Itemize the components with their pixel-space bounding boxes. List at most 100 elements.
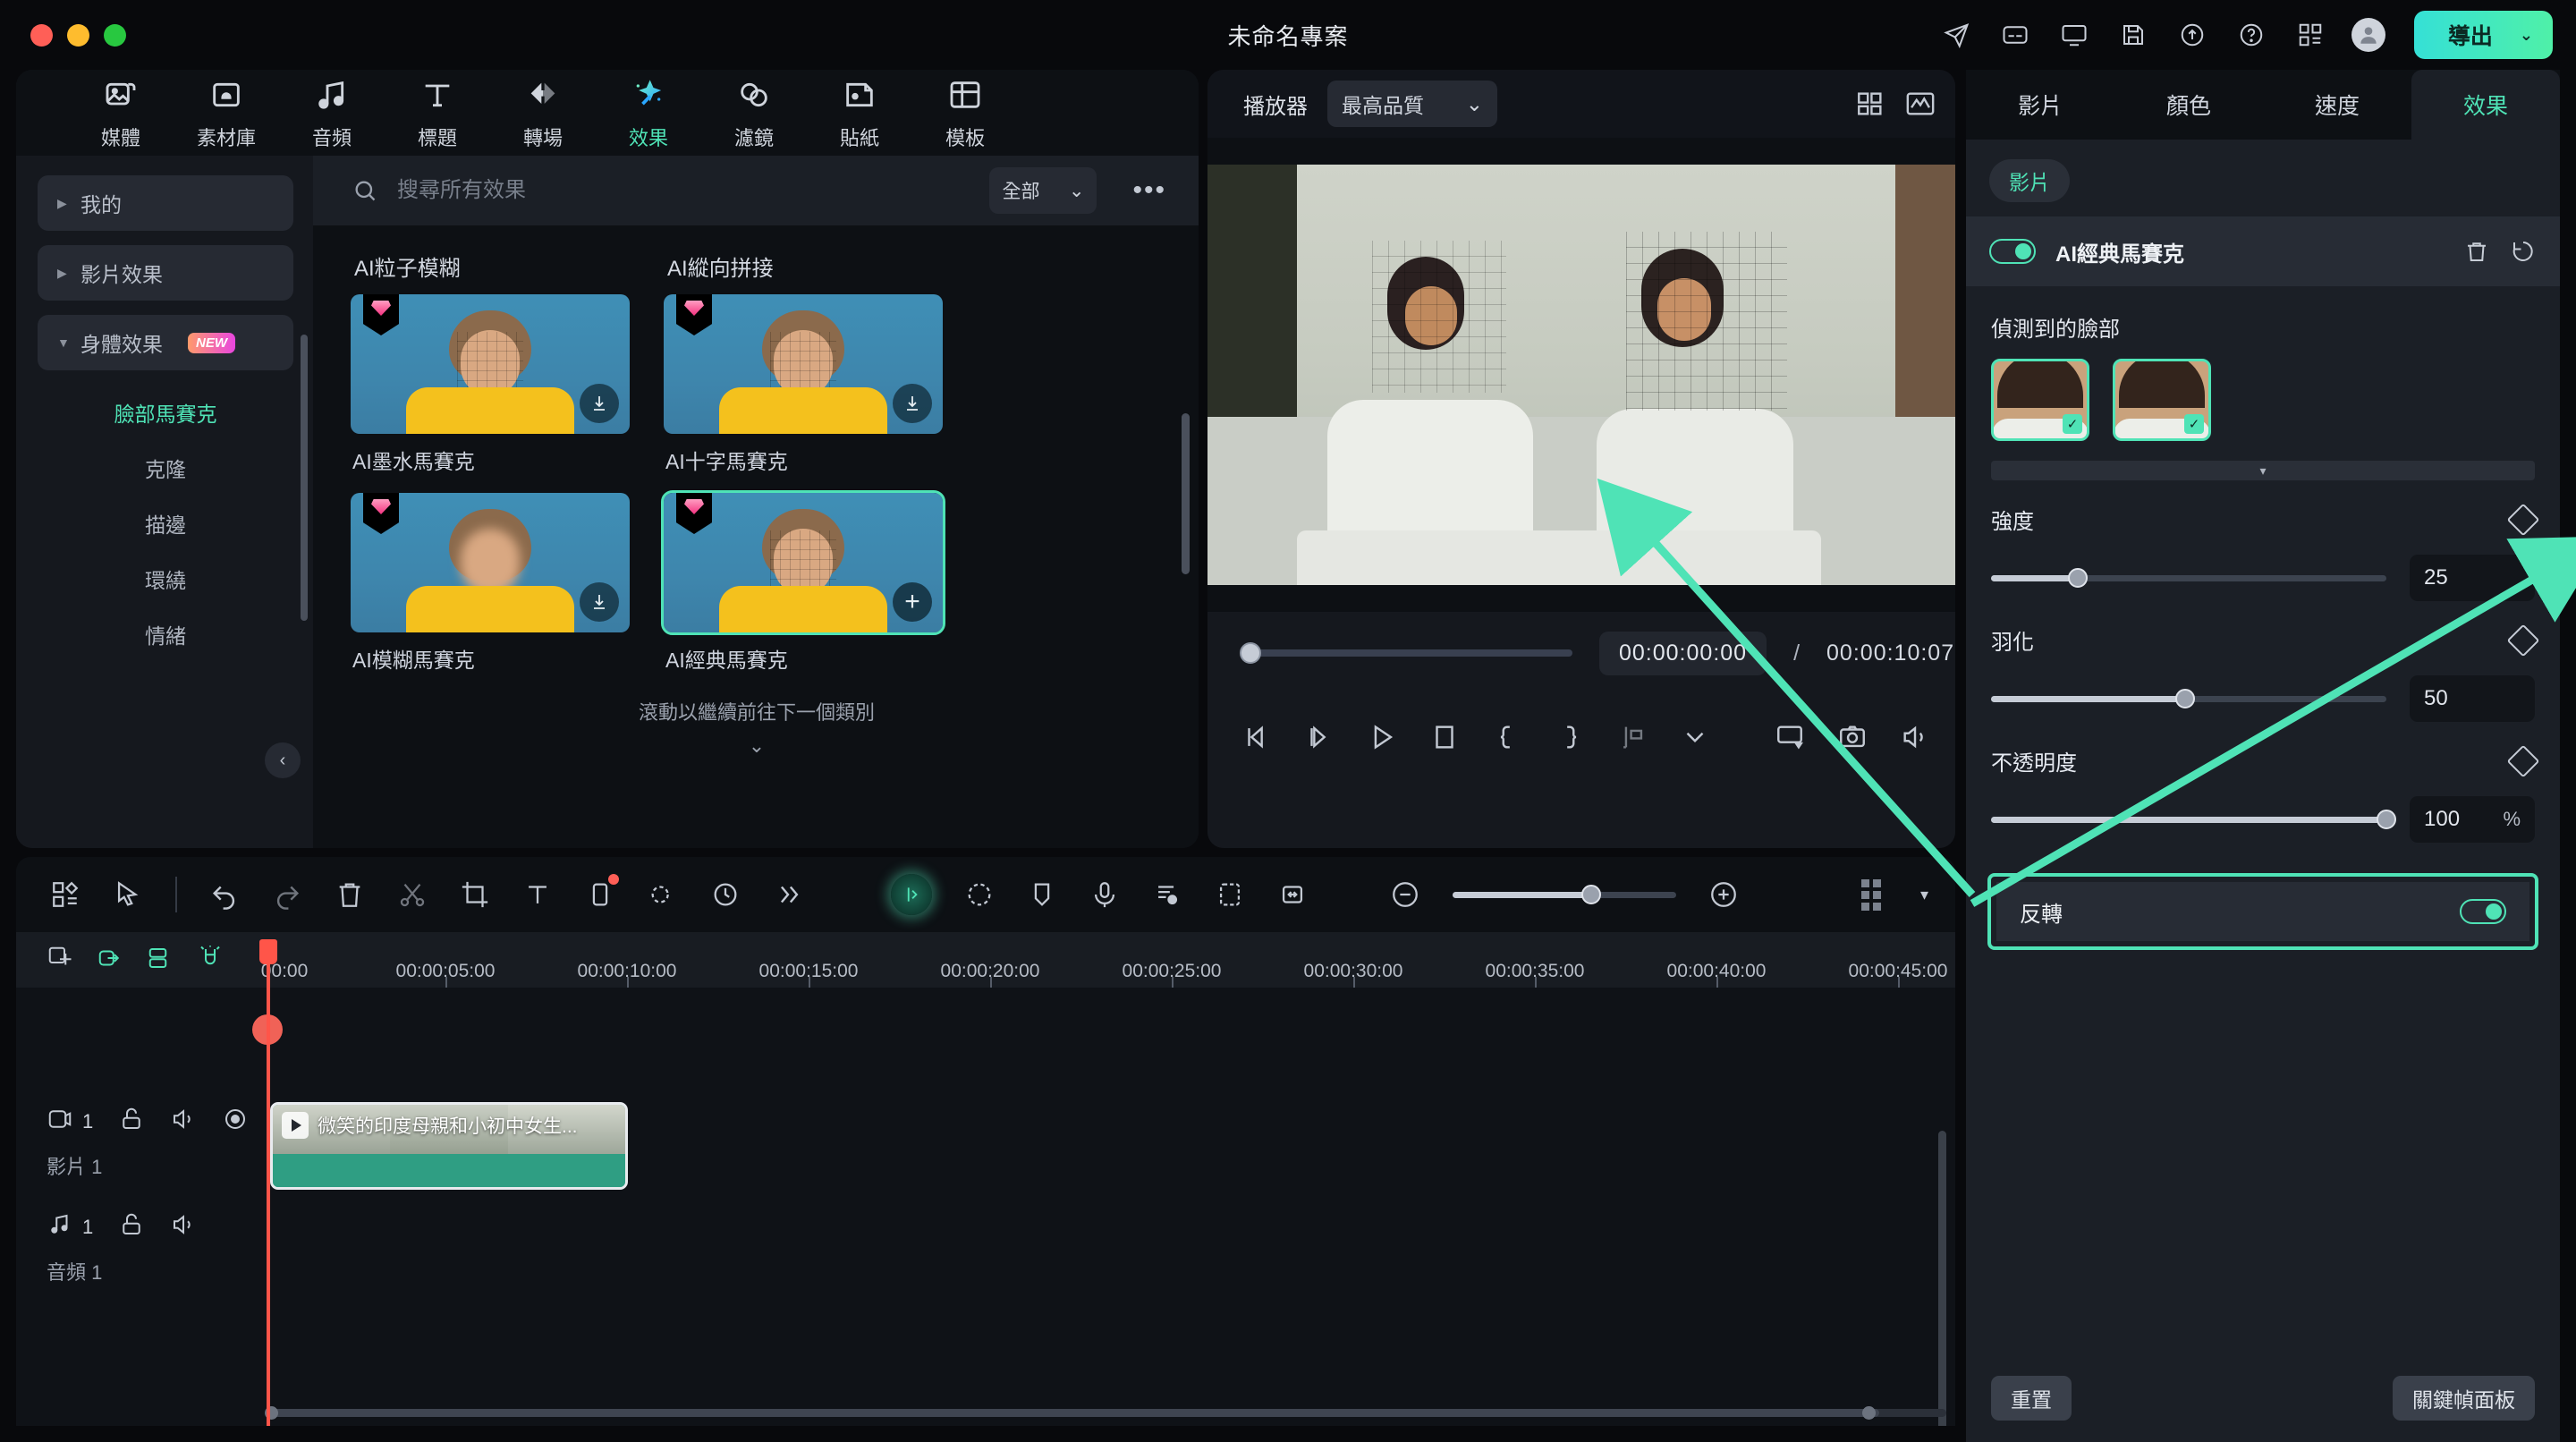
tab-transition[interactable]: 轉場 xyxy=(490,74,596,151)
category-body-effects[interactable]: ▼ 身體效果 NEW xyxy=(38,315,293,370)
feather-slider[interactable] xyxy=(1991,689,2386,708)
play-icon[interactable] xyxy=(1367,722,1397,752)
faces-expander[interactable]: ▾ xyxy=(1991,461,2535,480)
tab-speed[interactable]: 速度 xyxy=(2263,70,2411,140)
mask-icon[interactable] xyxy=(585,874,619,910)
voiceover-icon[interactable] xyxy=(1089,879,1120,910)
face-thumbnail[interactable]: ✓ xyxy=(1991,359,2089,441)
snapshot-marker-icon[interactable] xyxy=(1617,722,1648,752)
next-frame-icon[interactable] xyxy=(1304,722,1335,752)
subcategory-clone[interactable]: 克隆 xyxy=(38,440,293,496)
more-icon[interactable] xyxy=(773,879,803,910)
subtitle-icon[interactable] xyxy=(1997,17,2033,53)
layout-grid-icon[interactable] xyxy=(1855,89,1885,119)
download-icon[interactable] xyxy=(580,582,619,622)
text-icon[interactable] xyxy=(522,879,553,910)
crop-icon[interactable] xyxy=(460,879,490,910)
apps-grid-icon[interactable] xyxy=(2292,17,2328,53)
mark-in-icon[interactable] xyxy=(1492,722,1522,752)
undo-icon[interactable] xyxy=(209,879,240,910)
add-track-icon[interactable] xyxy=(47,945,73,976)
subcategory-outline[interactable]: 描邊 xyxy=(38,496,293,551)
share-icon[interactable] xyxy=(1938,17,1974,53)
volume-icon[interactable] xyxy=(1900,722,1930,752)
diamond-icon[interactable] xyxy=(2506,503,2540,536)
chevron-down-icon[interactable] xyxy=(1680,722,1710,752)
grid-chevron-icon[interactable]: ▾ xyxy=(1920,886,1928,904)
tab-sticker[interactable]: 貼紙 xyxy=(807,74,912,151)
help-icon[interactable] xyxy=(2233,17,2269,53)
timeline-vertical-scrollbar[interactable] xyxy=(1938,1131,1946,1426)
reset-icon[interactable] xyxy=(2510,238,2537,265)
tab-color[interactable]: 顏色 xyxy=(2114,70,2263,140)
speaker-icon[interactable] xyxy=(170,1211,197,1243)
speed-icon[interactable] xyxy=(710,879,741,910)
stop-icon[interactable] xyxy=(1429,722,1460,752)
effect-card[interactable]: AI十字馬賽克 xyxy=(664,294,943,493)
effect-thumbnail[interactable]: + xyxy=(661,490,945,635)
invert-toggle[interactable] xyxy=(2460,899,2506,924)
group-icon[interactable] xyxy=(147,945,174,976)
speaker-icon[interactable] xyxy=(170,1106,197,1137)
marker-icon[interactable] xyxy=(1027,879,1057,910)
playhead[interactable] xyxy=(259,939,277,1426)
motion-tracking-icon[interactable] xyxy=(964,879,995,910)
face-thumbnail[interactable]: ✓ xyxy=(2113,359,2211,441)
screen-icon[interactable] xyxy=(2056,17,2092,53)
opacity-value[interactable]: 100 % xyxy=(2410,796,2535,843)
zoom-out-icon[interactable] xyxy=(1390,879,1420,910)
trash-icon[interactable] xyxy=(2463,238,2490,265)
strength-value[interactable]: 25 xyxy=(2410,555,2535,601)
cloud-upload-icon[interactable] xyxy=(2174,17,2210,53)
split-icon[interactable] xyxy=(397,879,428,910)
quality-select[interactable]: 最高品質 ⌄ xyxy=(1327,81,1497,127)
select-tool-icon[interactable] xyxy=(113,879,143,910)
timeline-clip[interactable]: 微笑的印度母親和小初中女生... xyxy=(270,1102,628,1190)
tab-media[interactable]: 媒體 xyxy=(68,74,174,151)
timeline-ruler[interactable]: 00:00 00:00:05:00 00:00:10:00 00:00:15:0… xyxy=(16,932,1955,988)
eye-icon[interactable] xyxy=(222,1106,249,1137)
current-timecode[interactable]: 00:00:00:00 xyxy=(1599,631,1767,675)
audio-mix-icon[interactable] xyxy=(1152,879,1182,910)
more-options-icon[interactable]: ••• xyxy=(1132,175,1166,206)
track-body[interactable]: 微笑的印度母親和小初中女生... xyxy=(267,1093,1955,1199)
camera-icon[interactable] xyxy=(1837,722,1868,752)
tab-video[interactable]: 影片 xyxy=(1966,70,2114,140)
subcategory-surround[interactable]: 環繞 xyxy=(38,551,293,606)
chevron-down-icon[interactable]: ⌄ xyxy=(2520,26,2533,45)
effects-scroll[interactable]: AI粒子模糊 AI縱向拼接 AI墨水馬賽克 AI十字馬賽克 AI模糊馬賽克 + … xyxy=(313,225,1199,848)
download-icon[interactable] xyxy=(893,384,932,423)
mark-out-icon[interactable] xyxy=(1555,722,1585,752)
category-my[interactable]: ▶ 我的 xyxy=(38,175,293,231)
prev-frame-icon[interactable] xyxy=(1241,722,1272,752)
chip-video[interactable]: 影片 xyxy=(1989,159,2070,202)
opacity-slider[interactable] xyxy=(1991,810,2396,829)
filter-select[interactable]: 全部 ⌄ xyxy=(989,167,1097,214)
waveform-icon[interactable] xyxy=(1905,89,1936,119)
category-video-effects[interactable]: ▶ 影片效果 xyxy=(38,245,293,301)
download-icon[interactable] xyxy=(580,384,619,423)
strength-slider[interactable] xyxy=(1991,568,2386,588)
fit-icon[interactable] xyxy=(1277,879,1308,910)
diamond-icon[interactable] xyxy=(2506,744,2540,777)
ai-tools-icon[interactable] xyxy=(891,874,932,915)
unlock-icon[interactable] xyxy=(118,1106,145,1137)
subcategory-emotion[interactable]: 情緒 xyxy=(38,606,293,662)
effects-scrollbar[interactable] xyxy=(1182,413,1190,574)
tab-filter[interactable]: 濾鏡 xyxy=(701,74,807,151)
effect-card[interactable]: AI模糊馬賽克 xyxy=(351,493,630,691)
unlock-icon[interactable] xyxy=(118,1211,145,1243)
green-screen-icon[interactable] xyxy=(1215,879,1245,910)
reset-button[interactable]: 重置 xyxy=(1991,1376,2072,1421)
add-icon[interactable]: + xyxy=(893,582,932,622)
effect-thumbnail[interactable] xyxy=(351,493,630,632)
save-icon[interactable] xyxy=(2115,17,2151,53)
category-scrollbar[interactable] xyxy=(301,335,308,621)
effect-card-selected[interactable]: + AI經典馬賽克 xyxy=(661,490,945,691)
effect-card[interactable]: AI墨水馬賽克 xyxy=(351,294,630,493)
effect-enable-toggle[interactable] xyxy=(1989,239,2036,264)
magnet-icon[interactable] xyxy=(197,945,224,976)
zoom-in-icon[interactable] xyxy=(1708,879,1739,910)
grid-icon[interactable] xyxy=(1860,878,1886,911)
tab-stock[interactable]: 素材庫 xyxy=(174,74,279,151)
